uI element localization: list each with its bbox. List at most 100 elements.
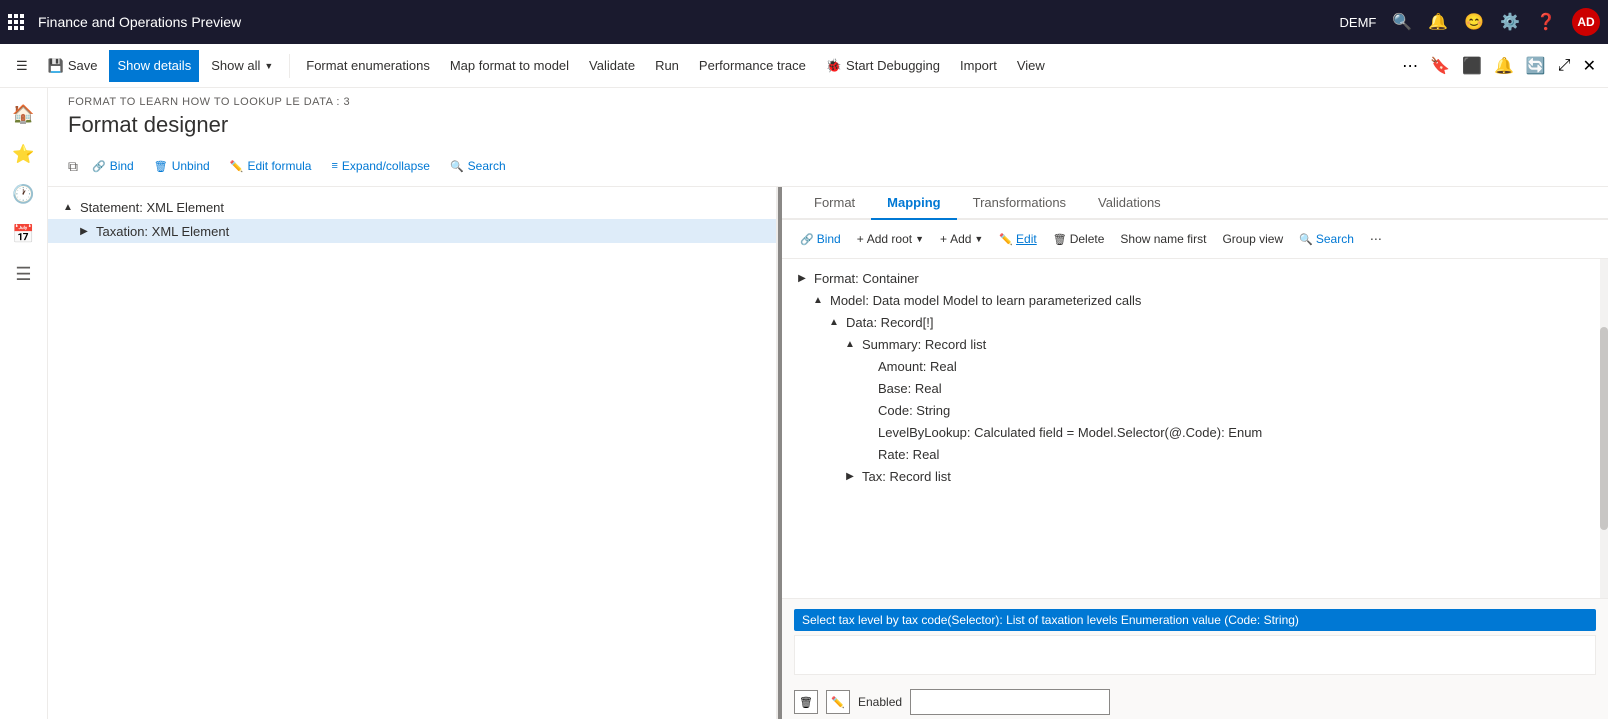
search-btn[interactable]: 🔍 Search bbox=[444, 152, 512, 180]
unbind-icon: 🗑 bbox=[154, 160, 168, 173]
map-item-code[interactable]: ▶ Code: String bbox=[782, 399, 1600, 421]
page-header: FORMAT TO LEARN HOW TO LOOKUP LE DATA : … bbox=[48, 88, 1608, 187]
tab-format[interactable]: Format bbox=[798, 187, 871, 220]
view-btn[interactable]: View bbox=[1009, 50, 1053, 82]
show-details-btn[interactable]: Show details bbox=[109, 50, 199, 82]
mapping-tree: ▶ Format: Container ▲ Model: Data model … bbox=[782, 259, 1600, 598]
refresh-icon[interactable]: 🔄 bbox=[1522, 52, 1550, 80]
map-search-btn[interactable]: 🔍 Search bbox=[1293, 226, 1360, 252]
tab-transformations[interactable]: Transformations bbox=[957, 187, 1082, 220]
user-avatar[interactable]: AD bbox=[1572, 8, 1600, 36]
expand-icon-tb: ≡ bbox=[331, 160, 337, 172]
delete-btn[interactable]: 🗑 Delete bbox=[1047, 226, 1111, 252]
filter-icon[interactable]: ⧉ bbox=[68, 158, 78, 175]
face-icon[interactable]: 😊 bbox=[1464, 12, 1484, 32]
tree-expand-statement[interactable]: ▲ bbox=[60, 199, 76, 215]
map-format-btn[interactable]: Map format to model bbox=[442, 50, 577, 82]
formula-bar: Select tax level by tax code(Selector): … bbox=[782, 599, 1608, 685]
more-icon[interactable]: ⋯ bbox=[1398, 52, 1422, 80]
map-item-summary[interactable]: ▲ Summary: Record list bbox=[782, 333, 1600, 355]
map-bind-btn[interactable]: 🔗 Bind bbox=[794, 226, 847, 252]
map-item-levelbylookup[interactable]: ▶ LevelByLookup: Calculated field = Mode… bbox=[782, 421, 1600, 443]
nav-calendar-icon[interactable]: 📅 bbox=[6, 216, 42, 252]
add-root-chevron: ▼ bbox=[915, 234, 924, 244]
edit-map-icon: ✏️ bbox=[999, 233, 1013, 246]
validate-btn[interactable]: Validate bbox=[581, 50, 643, 82]
show-all-btn[interactable]: Show all ▼ bbox=[203, 50, 281, 82]
edit-formula-btn[interactable]: ✏️ Edit formula bbox=[224, 152, 318, 180]
debug-icon: 🐞 bbox=[826, 58, 842, 74]
tenant-label: DEMF bbox=[1340, 15, 1377, 30]
map-item-data[interactable]: ▲ Data: Record[!] bbox=[782, 311, 1600, 333]
expand-icon[interactable]: ⤢ bbox=[1554, 53, 1575, 79]
hamburger-btn[interactable]: ☰ bbox=[8, 50, 36, 82]
edit-icon: ✏️ bbox=[230, 160, 244, 173]
tree-item-statement[interactable]: ▲ Statement: XML Element bbox=[48, 195, 776, 219]
formula-selected-text: Select tax level by tax code(Selector): … bbox=[794, 609, 1596, 631]
map-item-model[interactable]: ▲ Model: Data model Model to learn param… bbox=[782, 289, 1600, 311]
bell-icon[interactable]: 🔔 bbox=[1428, 12, 1448, 32]
tab-validations[interactable]: Validations bbox=[1082, 187, 1177, 220]
nav-clock-icon[interactable]: 🕐 bbox=[6, 176, 42, 212]
map-bind-icon: 🔗 bbox=[800, 233, 814, 246]
settings-icon[interactable]: ⚙️ bbox=[1500, 12, 1520, 32]
add-btn[interactable]: + Add ▼ bbox=[934, 226, 989, 252]
toolbar: ⧉ 🔗 Bind 🗑 Unbind ✏️ Edit formula ≡ Expa… bbox=[68, 146, 1588, 186]
format-tree-pane: ▲ Statement: XML Element ▶ Taxation: XML… bbox=[48, 187, 778, 719]
format-enum-btn[interactable]: Format enumerations bbox=[298, 50, 438, 82]
formula-delete-btn[interactable]: 🗑 bbox=[794, 690, 818, 714]
start-debug-btn[interactable]: 🐞 Start Debugging bbox=[818, 50, 948, 82]
page-title: Format designer bbox=[68, 112, 1588, 138]
unbind-btn[interactable]: 🗑 Unbind bbox=[148, 152, 216, 180]
tree-item-taxation[interactable]: ▶ Taxation: XML Element bbox=[48, 219, 776, 243]
import-btn[interactable]: Import bbox=[952, 50, 1005, 82]
map-item-amount[interactable]: ▶ Amount: Real bbox=[782, 355, 1600, 377]
bind-btn[interactable]: 🔗 Bind bbox=[86, 152, 140, 180]
topbar-right: DEMF 🔍 🔔 😊 ⚙️ ❓ AD bbox=[1340, 8, 1600, 36]
more-map-btn[interactable]: ⋯ bbox=[1364, 226, 1388, 252]
map-item-format[interactable]: ▶ Format: Container bbox=[782, 267, 1600, 289]
close-icon[interactable]: ✕ bbox=[1579, 52, 1600, 80]
enabled-input[interactable] bbox=[910, 689, 1110, 715]
formula-edit-btn[interactable]: ✏️ bbox=[826, 690, 850, 714]
perf-trace-btn[interactable]: Performance trace bbox=[691, 50, 814, 82]
nav-star-icon[interactable]: ⭐ bbox=[6, 136, 42, 172]
expand-collapse-btn[interactable]: ≡ Expand/collapse bbox=[325, 152, 435, 180]
bind-icon: 🔗 bbox=[92, 160, 106, 173]
map-item-rate[interactable]: ▶ Rate: Real bbox=[782, 443, 1600, 465]
save-btn[interactable]: 💾 Save bbox=[40, 50, 106, 82]
left-nav: 🏠 ⭐ 🕐 📅 ☰ bbox=[0, 88, 48, 719]
main-layout: 🏠 ⭐ 🕐 📅 ☰ FORMAT TO LEARN HOW TO LOOKUP … bbox=[0, 88, 1608, 719]
mapping-toolbar: 🔗 Bind + Add root ▼ + Add ▼ ✏️ bbox=[782, 220, 1608, 259]
tree-expand-taxation[interactable]: ▶ bbox=[76, 223, 92, 239]
nav-list-icon[interactable]: ☰ bbox=[6, 256, 42, 292]
run-btn[interactable]: Run bbox=[647, 50, 687, 82]
format-tree: ▲ Statement: XML Element ▶ Taxation: XML… bbox=[48, 187, 776, 719]
map-item-tax[interactable]: ▶ Tax: Record list bbox=[782, 465, 1600, 487]
help-icon[interactable]: ❓ bbox=[1536, 12, 1556, 32]
map-item-base[interactable]: ▶ Base: Real bbox=[782, 377, 1600, 399]
formula-input[interactable] bbox=[794, 635, 1596, 675]
topbar: Finance and Operations Preview DEMF 🔍 🔔 … bbox=[0, 0, 1608, 44]
pane-icon[interactable]: ⬛ bbox=[1458, 52, 1486, 80]
group-view-btn[interactable]: Group view bbox=[1216, 226, 1289, 252]
mapping-content: ▶ Format: Container ▲ Model: Data model … bbox=[782, 259, 1608, 598]
save-icon: 💾 bbox=[48, 58, 64, 74]
formula-controls: 🗑 ✏️ Enabled bbox=[782, 685, 1608, 719]
add-chevron: ▼ bbox=[974, 234, 983, 244]
show-name-first-btn[interactable]: Show name first bbox=[1114, 226, 1212, 252]
add-root-btn[interactable]: + Add root ▼ bbox=[851, 226, 930, 252]
app-grid-icon[interactable] bbox=[8, 12, 28, 32]
nav-home-icon[interactable]: 🏠 bbox=[6, 96, 42, 132]
tab-mapping[interactable]: Mapping bbox=[871, 187, 956, 220]
scroll-thumb bbox=[1600, 327, 1608, 530]
badge-icon[interactable]: 🔔 bbox=[1490, 52, 1518, 80]
bookmark-icon[interactable]: 🔖 bbox=[1426, 52, 1454, 80]
search-icon-top[interactable]: 🔍 bbox=[1392, 12, 1412, 32]
edit-map-btn[interactable]: ✏️ Edit bbox=[993, 226, 1042, 252]
delete-icon: 🗑 bbox=[1053, 233, 1067, 246]
breadcrumb: FORMAT TO LEARN HOW TO LOOKUP LE DATA : … bbox=[68, 96, 1588, 108]
enabled-label: Enabled bbox=[858, 695, 902, 709]
mapping-scrollbar[interactable] bbox=[1600, 259, 1608, 598]
app-title: Finance and Operations Preview bbox=[38, 14, 1340, 30]
